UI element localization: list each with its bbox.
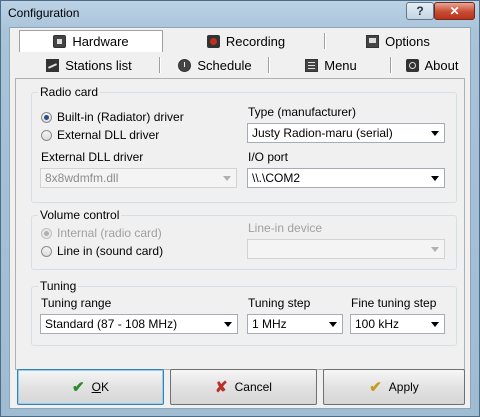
- select-value: 100 kHz: [355, 317, 400, 331]
- radio-internal-radio-card: Internal (radio card): [41, 226, 162, 240]
- group-label: Volume control: [38, 208, 122, 222]
- tab-label: About: [424, 57, 459, 73]
- apply-button[interactable]: ✔ Apply: [323, 369, 465, 405]
- window-title: Configuration: [8, 6, 80, 20]
- stations-list-icon: [46, 58, 60, 72]
- hardware-tab-page: Radio card Built-in (Radiator) driver Ex…: [15, 78, 465, 370]
- hardware-icon: [53, 35, 67, 48]
- x-icon: ✘: [215, 378, 228, 396]
- fine-tuning-step-label: Fine tuning step: [351, 296, 437, 310]
- tab-row-1: Hardware Recording Options: [16, 30, 466, 52]
- io-port-label: I/O port: [248, 150, 289, 164]
- external-dll-label: External DLL driver: [41, 150, 144, 164]
- about-icon: [405, 58, 419, 72]
- tab-recording[interactable]: Recording: [168, 30, 326, 52]
- tab-hardware[interactable]: Hardware: [19, 30, 163, 52]
- group-label: Radio card: [38, 85, 101, 99]
- title-bar[interactable]: Configuration ? ✕: [1, 1, 479, 27]
- tab-label: Schedule: [197, 57, 252, 73]
- ok-button-label: OK: [91, 380, 109, 394]
- tuning-step-label: Tuning step: [248, 296, 311, 310]
- check-icon: ✔: [72, 378, 85, 396]
- help-button[interactable]: ?: [406, 2, 434, 20]
- tab-schedule[interactable]: Schedule: [162, 54, 270, 76]
- tab-separator: [324, 33, 326, 49]
- tab-label: Recording: [225, 33, 286, 49]
- external-dll-select: 8x8wdmfm.dll: [40, 168, 237, 188]
- tab-separator: [159, 57, 161, 73]
- apply-button-label: Apply: [388, 380, 419, 394]
- group-label: Tuning: [38, 279, 79, 293]
- tuning-range-label: Tuning range: [41, 296, 112, 310]
- chevron-down-icon: [224, 322, 232, 327]
- tab-label: Menu: [324, 57, 357, 73]
- tab-label: Options: [385, 33, 430, 49]
- tab-label: Stations list: [65, 57, 132, 73]
- radio-dot: [41, 227, 52, 239]
- radio-external-dll[interactable]: External DLL driver: [41, 128, 159, 142]
- radio-dot: [41, 129, 52, 141]
- radio-builtin-driver[interactable]: Built-in (Radiator) driver: [41, 110, 184, 124]
- tab-stations-list[interactable]: Stations list: [19, 54, 161, 76]
- io-port-select[interactable]: \\.\COM2: [247, 168, 445, 188]
- tuning-group: Tuning Tuning range Standard (87 - 108 M…: [31, 279, 457, 346]
- radio-line-in[interactable]: Line in (sound card): [41, 244, 163, 258]
- fine-tuning-step-select[interactable]: 100 kHz: [350, 314, 445, 334]
- select-value: Justy Radion-maru (serial): [252, 126, 393, 140]
- tuning-step-select[interactable]: 1 MHz: [247, 314, 343, 334]
- radio-label: Internal (radio card): [57, 226, 162, 240]
- type-manufacturer-select[interactable]: Justy Radion-maru (serial): [247, 123, 445, 143]
- radio-card-group: Radio card Built-in (Radiator) driver Ex…: [31, 85, 457, 203]
- cancel-button[interactable]: ✘ Cancel: [170, 369, 317, 405]
- dialog-client-area: Hardware Recording Options Stations list…: [9, 27, 471, 409]
- chevron-down-icon: [431, 322, 439, 327]
- cancel-button-label: Cancel: [234, 380, 272, 394]
- select-value: 8x8wdmfm.dll: [45, 171, 119, 185]
- record-icon: [206, 34, 220, 48]
- radio-label: Line in (sound card): [57, 244, 164, 258]
- tab-about[interactable]: About: [394, 54, 470, 76]
- type-label: Type (manufacturer): [248, 105, 357, 119]
- radio-dot: [41, 245, 52, 257]
- radio-label: External DLL driver: [57, 128, 160, 142]
- tab-separator: [268, 57, 270, 73]
- select-value: 1 MHz: [252, 317, 287, 331]
- chevron-down-icon: [431, 176, 439, 181]
- select-value: \\.\COM2: [252, 171, 301, 185]
- ok-button[interactable]: ✔ OK: [17, 369, 164, 405]
- select-value: Standard (87 - 108 MHz): [45, 317, 178, 331]
- line-in-device-label: Line-in device: [248, 221, 323, 235]
- chevron-down-icon: [431, 247, 439, 252]
- check-icon: ✔: [369, 378, 382, 396]
- configuration-window: Configuration ? ✕ Hardware Recording Opt…: [0, 0, 480, 417]
- close-button[interactable]: ✕: [434, 2, 475, 20]
- options-icon: [366, 34, 380, 48]
- tab-row-2: Stations list Schedule Menu About: [16, 54, 466, 76]
- line-in-device-select: [247, 239, 445, 259]
- tab-label: Hardware: [72, 34, 129, 49]
- chevron-down-icon: [431, 131, 439, 136]
- tab-options[interactable]: Options: [328, 30, 468, 52]
- tuning-range-select[interactable]: Standard (87 - 108 MHz): [40, 314, 238, 334]
- chevron-down-icon: [329, 322, 337, 327]
- clock-icon: [178, 58, 192, 72]
- menu-icon: [305, 58, 319, 72]
- radio-label: Built-in (Radiator) driver: [57, 110, 184, 124]
- volume-control-group: Volume control Internal (radio card) Lin…: [31, 208, 457, 270]
- tab-separator: [390, 57, 392, 73]
- tab-menu[interactable]: Menu: [272, 54, 392, 76]
- chevron-down-icon: [223, 176, 231, 181]
- radio-dot: [41, 111, 52, 123]
